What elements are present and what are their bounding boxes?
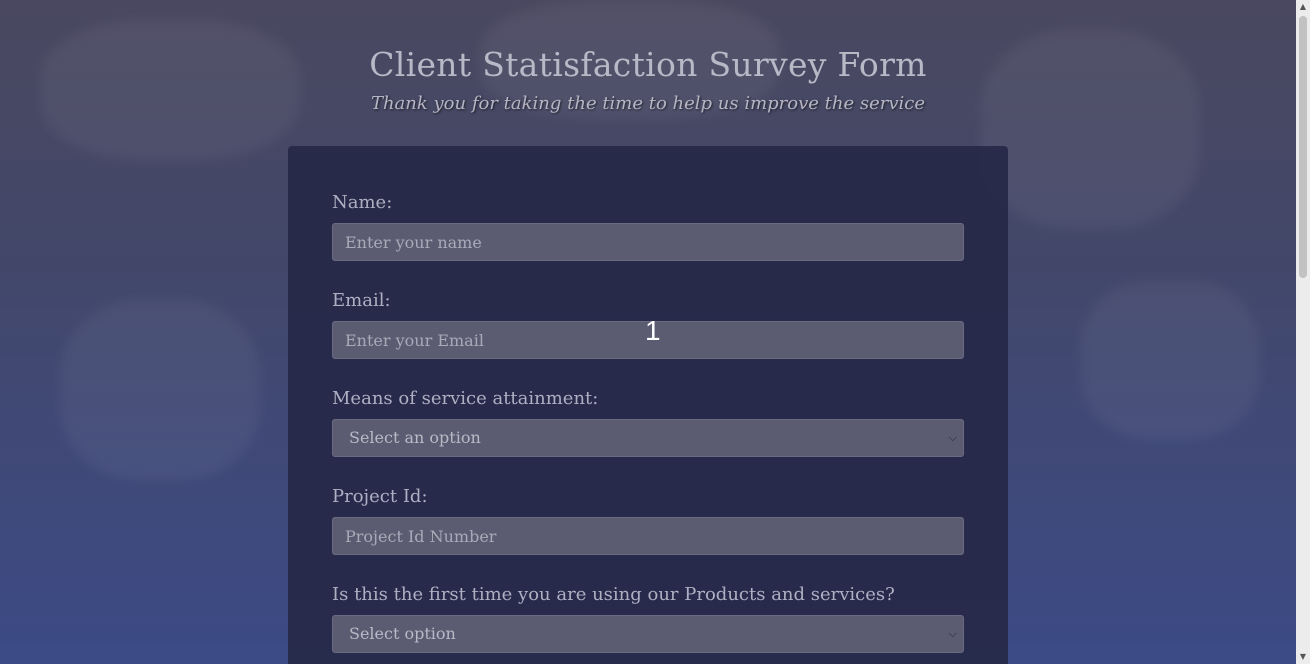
first-time-label: Is this the first time you are using our… <box>332 584 895 605</box>
scrollbar[interactable]: ▲ ▼ <box>1296 0 1310 664</box>
name-input[interactable] <box>332 223 964 261</box>
first-time-field-group: Is this the first time you are using our… <box>332 582 964 653</box>
header: Client Statisfaction Survey Form Thank y… <box>0 42 1296 120</box>
arrow-up-icon[interactable]: ▲ <box>1296 0 1310 14</box>
chevron-down-icon: ⌵ <box>948 627 957 640</box>
service-means-field-group: Means of service attainment: Select an o… <box>332 386 964 457</box>
service-means-label: Means of service attainment: <box>332 388 599 409</box>
first-time-selected-value: Select option <box>349 624 456 643</box>
page-title: Client Statisfaction Survey Form <box>369 45 927 84</box>
arrow-down-icon[interactable]: ▼ <box>1296 650 1310 664</box>
name-field-group: Name: <box>332 190 964 261</box>
name-label: Name: <box>332 192 393 213</box>
first-time-select[interactable]: Select option ⌵ <box>332 615 964 653</box>
scrollbar-thumb[interactable] <box>1299 16 1307 278</box>
project-id-input[interactable] <box>332 517 964 555</box>
survey-form: Name: Email: Means of service attainment… <box>288 146 1008 664</box>
email-label: Email: <box>332 290 391 311</box>
project-id-label: Project Id: <box>332 486 428 507</box>
chevron-down-icon: ⌵ <box>948 431 957 444</box>
service-means-selected-value: Select an option <box>349 428 481 447</box>
project-id-field-group: Project Id: <box>332 484 964 555</box>
click-marker: 1 <box>645 315 661 346</box>
service-means-select[interactable]: Select an option ⌵ <box>332 419 964 457</box>
page: Client Statisfaction Survey Form Thank y… <box>0 0 1296 664</box>
page-subtitle: Thank you for taking the time to help us… <box>370 93 926 114</box>
